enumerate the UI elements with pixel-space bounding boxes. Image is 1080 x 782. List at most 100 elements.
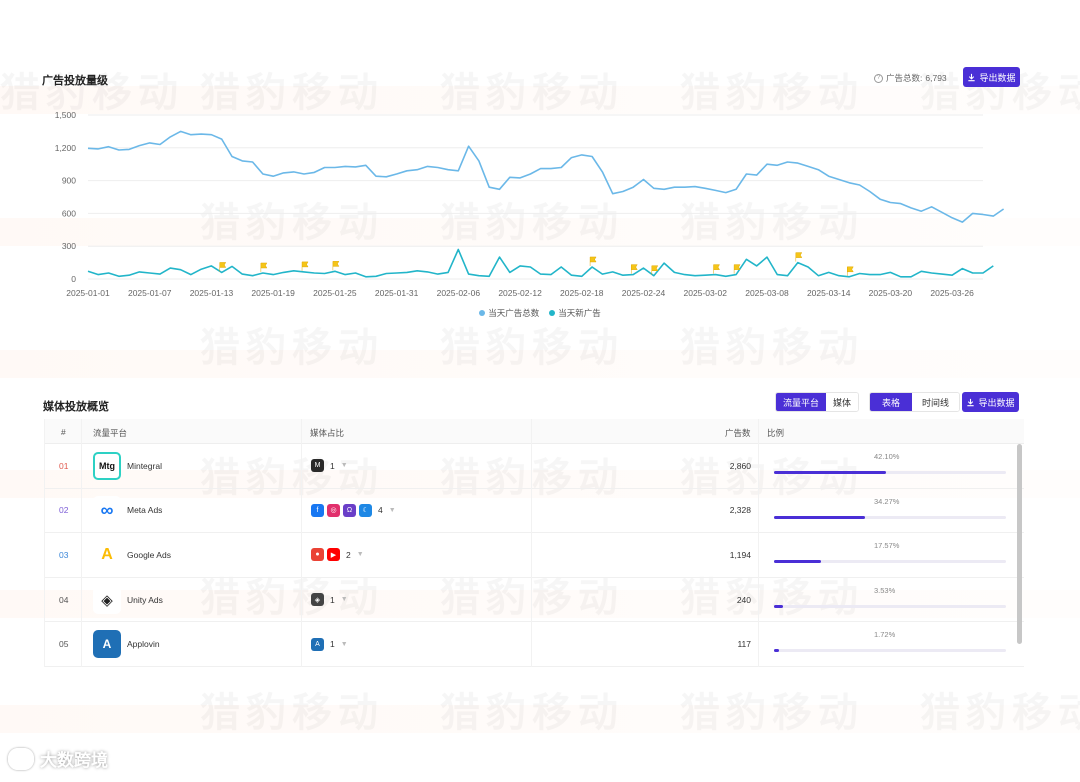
platform-cell[interactable]: ∞ Meta Ads — [93, 489, 162, 533]
x-tick-label: 2025-03-14 — [807, 288, 851, 298]
ratio-cell: 34.27% — [758, 489, 1023, 533]
ratio-bar-fill — [774, 515, 866, 519]
media-app-icon[interactable]: A — [311, 637, 324, 651]
toggle-media[interactable]: 媒体 — [826, 393, 859, 411]
event-flag-icon — [301, 261, 309, 271]
platform-media-toggle: 流量平台 媒体 — [775, 392, 860, 412]
ads-count: 240 — [736, 594, 751, 605]
toggle-table[interactable]: 表格 — [870, 393, 913, 411]
y-tick-label: 1,500 — [55, 110, 77, 120]
ratio-cell: 3.53% — [758, 578, 1023, 622]
y-tick-label: 300 — [62, 241, 76, 251]
event-flag-icon — [589, 256, 597, 266]
media-app-icon[interactable]: ◎ — [327, 503, 340, 517]
platform-logo-icon: Mtg — [93, 451, 121, 480]
media-share-cell[interactable]: M 1 ▼ — [311, 444, 348, 488]
ratio-percent: 17.57% — [874, 541, 900, 551]
media-app-icon[interactable]: f — [311, 503, 324, 517]
download-icon — [967, 398, 975, 406]
ratio-bar-fill — [774, 471, 887, 474]
ratio-bar-track — [774, 471, 1006, 474]
media-export-button[interactable]: 导出数据 — [962, 392, 1019, 412]
media-share-cell[interactable]: ● ▶ 2 ▼ — [311, 533, 364, 577]
toggle-timeline[interactable]: 时间线 — [912, 393, 960, 411]
platform-logo-icon: ◈ — [93, 585, 121, 614]
row-index: 04 — [59, 594, 69, 605]
col-index-header: # — [61, 427, 66, 437]
table-row[interactable]: 03 A Google Ads ● ▶ 2 ▼ 1,194 17.57% — [45, 533, 1024, 578]
x-tick-label: 2025-01-19 — [251, 288, 295, 298]
media-app-icon[interactable]: ▶ — [327, 548, 340, 562]
ratio-cell: 17.57% — [758, 533, 1023, 577]
x-tick-label: 2025-01-01 — [66, 288, 110, 298]
x-tick-label: 2025-02-18 — [560, 288, 604, 298]
media-share-cell[interactable]: f ◎ Ω ☾ 4 ▼ — [311, 489, 396, 533]
platform-name: Applovin — [127, 639, 160, 650]
media-app-icon[interactable]: M — [311, 459, 324, 473]
legend-label: 当天广告总数 — [488, 308, 540, 318]
legend-label: 当天新广告 — [558, 308, 601, 318]
media-count: 1 — [330, 594, 335, 605]
media-app-icon[interactable]: ☾ — [359, 503, 372, 517]
media-count: 4 — [378, 505, 383, 516]
table-row[interactable]: 01 Mtg Mintegral M 1 ▼ 2,860 42.10% — [45, 444, 1024, 489]
media-app-icon[interactable]: ◈ — [311, 593, 324, 607]
platform-cell[interactable]: ◈ Unity Ads — [93, 578, 163, 622]
platform-cell[interactable]: A Google Ads — [93, 533, 171, 577]
table-row[interactable]: 05 A Applovin A 1 ▼ 117 1.72% — [45, 622, 1024, 667]
event-flag-icon — [713, 264, 720, 274]
platform-logo-icon: A — [93, 630, 121, 659]
col-platform-header: 流量平台 — [93, 428, 128, 438]
media-share-cell[interactable]: A 1 ▼ — [311, 622, 348, 666]
ratio-bar-fill — [774, 649, 779, 653]
chevron-down-icon[interactable]: ▼ — [341, 462, 348, 469]
row-index: 03 — [59, 549, 69, 560]
platform-cell[interactable]: Mtg Mintegral — [93, 444, 162, 488]
chevron-down-icon[interactable]: ▼ — [357, 551, 364, 558]
platform-logo-icon: A — [93, 540, 121, 569]
chevron-down-icon[interactable]: ▼ — [341, 596, 348, 603]
watermark-text: 猎豹移动 — [920, 680, 1080, 738]
media-share-cell[interactable]: ◈ 1 ▼ — [311, 578, 348, 622]
ratio-cell: 1.72% — [758, 622, 1023, 666]
chevron-down-icon[interactable]: ▼ — [341, 641, 348, 648]
platform-name: Mintegral — [127, 460, 162, 471]
platform-logo-icon: ∞ — [93, 496, 121, 525]
media-app-icon[interactable]: ● — [311, 548, 324, 562]
media-export-label: 导出数据 — [978, 397, 1015, 408]
col-media-header: 媒体占比 — [310, 428, 345, 438]
platform-name: Meta Ads — [127, 505, 163, 516]
x-tick-label: 2025-02-12 — [498, 288, 542, 298]
media-app-icon[interactable]: Ω — [343, 503, 356, 517]
y-tick-label: 900 — [62, 176, 76, 186]
legend-item[interactable]: 当天广告总数 — [479, 307, 539, 319]
col-ratio-header: 比例 — [767, 428, 785, 438]
table-row[interactable]: 02 ∞ Meta Ads f ◎ Ω ☾ 4 ▼ 2,328 34.27% — [45, 489, 1024, 534]
table-timeline-toggle: 表格 时间线 — [869, 392, 961, 412]
x-tick-label: 2025-03-20 — [869, 288, 913, 298]
ratio-bar-track — [774, 604, 1006, 608]
y-tick-label: 0 — [71, 274, 76, 284]
table-scrollbar[interactable] — [1017, 444, 1022, 644]
event-flag-icon — [332, 261, 340, 271]
row-index: 02 — [59, 505, 69, 516]
row-index: 05 — [59, 639, 69, 650]
x-tick-label: 2025-03-08 — [745, 288, 789, 298]
series-line-total-ads — [87, 130, 1005, 223]
legend-item[interactable]: 当天新广告 — [549, 307, 601, 319]
platform-name: Unity Ads — [127, 594, 163, 605]
brand-logo-icon — [8, 747, 34, 770]
ratio-bar-track — [774, 649, 1006, 653]
platform-cell[interactable]: A Applovin — [93, 622, 160, 666]
x-tick-label: 2025-03-02 — [683, 288, 727, 298]
watermark-text: 猎豹移动 — [680, 680, 864, 738]
watermark-text: 猎豹移动 — [440, 680, 624, 738]
ads-count: 2,860 — [729, 460, 751, 471]
x-tick-label: 2025-01-07 — [128, 288, 172, 298]
toggle-platform[interactable]: 流量平台 — [776, 393, 827, 411]
chevron-down-icon[interactable]: ▼ — [389, 507, 396, 514]
x-tick-label: 2025-02-06 — [437, 288, 481, 298]
table-header: # 流量平台 媒体占比 广告数 比例 — [45, 419, 1024, 444]
col-ads-header: 广告数 — [725, 428, 751, 438]
table-row[interactable]: 04 ◈ Unity Ads ◈ 1 ▼ 240 3.53% — [45, 578, 1024, 623]
